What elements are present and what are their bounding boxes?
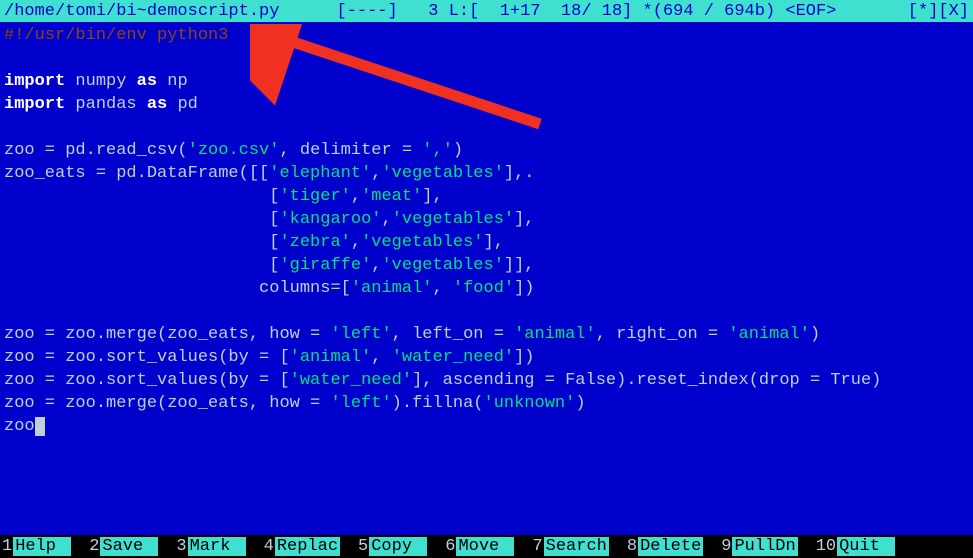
fkey-delete[interactable]: 8Delete (627, 537, 703, 556)
code-line: zoo = zoo.sort_values(by = ['water_need'… (4, 369, 969, 392)
fkey-pulldn[interactable]: 9PullDn (721, 537, 797, 556)
code-line: zoo (4, 415, 969, 438)
code-line (4, 116, 969, 139)
code-line: zoo = pd.read_csv('zoo.csv', delimiter =… (4, 139, 969, 162)
code-line: zoo = zoo.sort_values(by = ['animal', 'w… (4, 346, 969, 369)
fkey-quit[interactable]: 10Quit (816, 537, 895, 556)
code-line: columns=['animal', 'food']) (4, 277, 969, 300)
titlebar: /home/tomi/bi~demoscript.py [----] 3 L:[… (0, 0, 973, 22)
code-line: ['giraffe','vegetables']], (4, 254, 969, 277)
file-path: /home/tomi/bi~demoscript.py (4, 2, 279, 21)
code-line (4, 47, 969, 70)
footer-bar: 1Help 2Save 3Mark 4Replac 5Copy 6Move 7S… (0, 535, 973, 558)
fkey-search[interactable]: 7Search (532, 537, 608, 556)
cursor (35, 417, 45, 436)
code-line: ['tiger','meat'], (4, 185, 969, 208)
fkey-help[interactable]: 1Help (2, 537, 71, 556)
code-line: import numpy as np (4, 70, 969, 93)
code-line: ['kangaroo','vegetables'], (4, 208, 969, 231)
fkey-save[interactable]: 2Save (89, 537, 158, 556)
code-line: import pandas as pd (4, 93, 969, 116)
editor-area[interactable]: #!/usr/bin/env python3 import numpy as n… (0, 22, 973, 535)
code-line (4, 300, 969, 323)
editor-status: [----] 3 L:[ 1+17 18/ 18] *(694 / 694b) … (306, 2, 969, 21)
fkey-mark[interactable]: 3Mark (176, 537, 245, 556)
code-line: zoo = zoo.merge(zoo_eats, how = 'left').… (4, 392, 969, 415)
fkey-move[interactable]: 6Move (445, 537, 514, 556)
code-line: ['zebra','vegetables'], (4, 231, 969, 254)
code-line: zoo_eats = pd.DataFrame([['elephant','ve… (4, 162, 969, 185)
code-line: #!/usr/bin/env python3 (4, 24, 969, 47)
code-line: zoo = zoo.merge(zoo_eats, how = 'left', … (4, 323, 969, 346)
fkey-replace[interactable]: 4Replac (264, 537, 340, 556)
fkey-copy[interactable]: 5Copy (358, 537, 427, 556)
